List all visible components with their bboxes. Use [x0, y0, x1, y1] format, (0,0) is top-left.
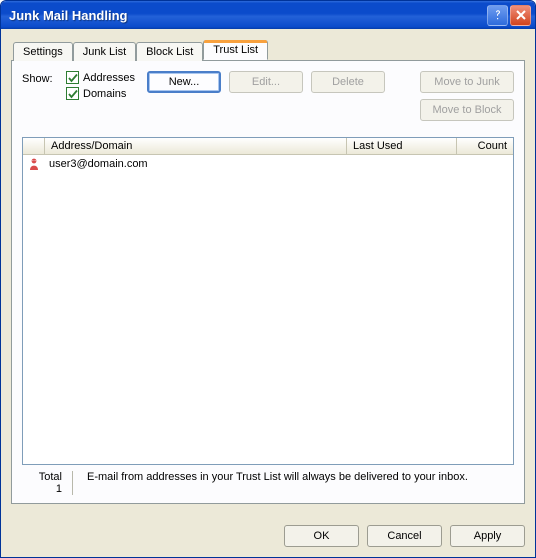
total-label: Total — [22, 471, 62, 483]
user-icon — [23, 157, 45, 171]
dialog-footer: OK Cancel Apply — [1, 514, 535, 557]
tab-block-list[interactable]: Block List — [136, 42, 203, 61]
apply-button[interactable]: Apply — [450, 525, 525, 547]
help-button[interactable] — [487, 5, 508, 26]
close-button[interactable] — [510, 5, 531, 26]
checkbox-label: Addresses — [83, 72, 135, 84]
totals: Total 1 — [22, 471, 62, 495]
action-buttons: New... Edit... Delete Move to Junk Move … — [147, 71, 514, 121]
show-label: Show: — [22, 71, 66, 85]
cancel-button[interactable]: Cancel — [367, 525, 442, 547]
checkbox-label: Domains — [83, 88, 126, 100]
column-last-used[interactable]: Last Used — [347, 138, 457, 154]
edit-button[interactable]: Edit... — [229, 71, 303, 93]
list-body: user3@domain.com — [23, 155, 513, 464]
filter-row: Show: Addresses Domains — [22, 71, 514, 121]
check-icon — [66, 87, 79, 100]
move-to-junk-button[interactable]: Move to Junk — [420, 71, 514, 93]
check-icon — [66, 71, 79, 84]
tab-settings[interactable]: Settings — [13, 42, 73, 61]
trust-list[interactable]: Address/Domain Last Used Count user3@dom… — [22, 137, 514, 465]
ok-button[interactable]: OK — [284, 525, 359, 547]
table-row[interactable]: user3@domain.com — [23, 155, 513, 172]
list-header: Address/Domain Last Used Count — [23, 138, 513, 155]
column-label: Last Used — [353, 140, 403, 152]
tab-junk-list[interactable]: Junk List — [73, 42, 136, 61]
move-buttons: Move to Junk Move to Block — [420, 71, 514, 121]
titlebar[interactable]: Junk Mail Handling — [1, 1, 535, 29]
window-title: Junk Mail Handling — [9, 8, 485, 23]
delete-button[interactable]: Delete — [311, 71, 385, 93]
column-icon[interactable] — [23, 138, 45, 154]
cell-address: user3@domain.com — [45, 158, 347, 170]
checkbox-addresses[interactable]: Addresses — [66, 71, 135, 84]
panel-footer: Total 1 E-mail from addresses in your Tr… — [22, 465, 514, 495]
tabstrip: Settings Junk List Block List Trust List — [11, 39, 525, 60]
checkbox-domains[interactable]: Domains — [66, 87, 135, 100]
column-label: Count — [478, 140, 507, 152]
footer-hint: E-mail from addresses in your Trust List… — [83, 471, 514, 495]
dialog-content: Settings Junk List Block List Trust List… — [1, 29, 535, 514]
total-value: 1 — [22, 483, 62, 495]
tab-label: Settings — [23, 46, 63, 58]
tab-panel: Show: Addresses Domains — [11, 60, 525, 504]
tab-label: Junk List — [83, 46, 126, 58]
show-checkboxes: Addresses Domains — [66, 71, 135, 100]
new-button[interactable]: New... — [147, 71, 221, 93]
column-address[interactable]: Address/Domain — [45, 138, 347, 154]
tab-label: Block List — [146, 46, 193, 58]
move-to-block-button[interactable]: Move to Block — [420, 99, 514, 121]
close-icon — [515, 9, 527, 21]
column-label: Address/Domain — [51, 140, 132, 152]
footer-divider — [72, 471, 73, 495]
column-count[interactable]: Count — [457, 138, 513, 154]
tab-trust-list[interactable]: Trust List — [203, 40, 268, 60]
tab-label: Trust List — [213, 44, 258, 56]
dialog-window: Junk Mail Handling Settings Junk List Bl… — [0, 0, 536, 558]
help-icon — [492, 9, 504, 21]
